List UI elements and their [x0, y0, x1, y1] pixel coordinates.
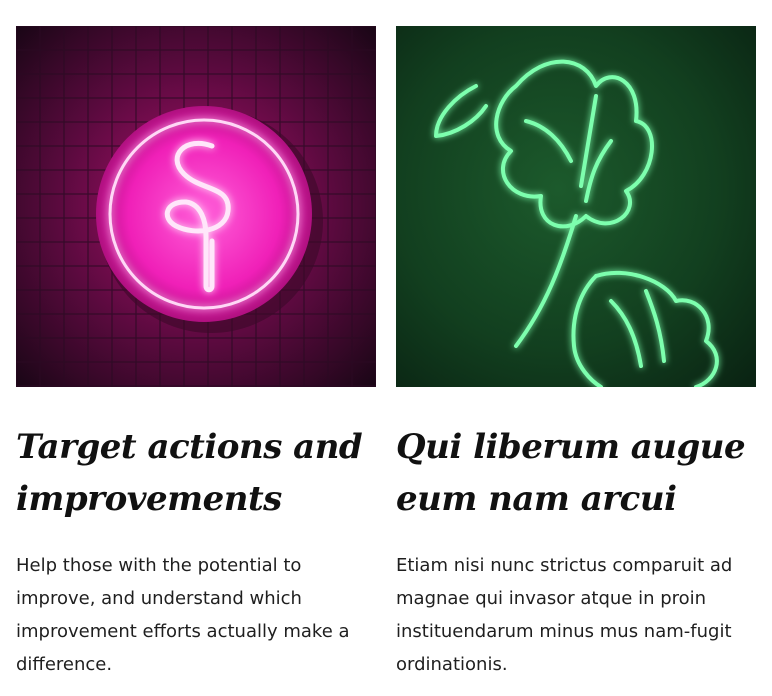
feature-card-qui-liberum: Qui liberum augue eum nam arcui Etiam ni…	[396, 26, 756, 681]
monstera-neon-image	[396, 26, 756, 387]
card-description: Help those with the potential to improve…	[16, 555, 350, 675]
feature-grid: Target actions and improvements Help tho…	[0, 0, 772, 696]
flamingo-neon-image	[16, 26, 376, 387]
feature-card-target-actions: Target actions and improvements Help tho…	[16, 26, 376, 681]
card-title: Target actions and improvements	[16, 427, 363, 519]
card-description: Etiam nisi nunc strictus comparuit ad ma…	[396, 555, 733, 675]
card-title: Qui liberum augue eum nam arcui	[396, 427, 746, 519]
